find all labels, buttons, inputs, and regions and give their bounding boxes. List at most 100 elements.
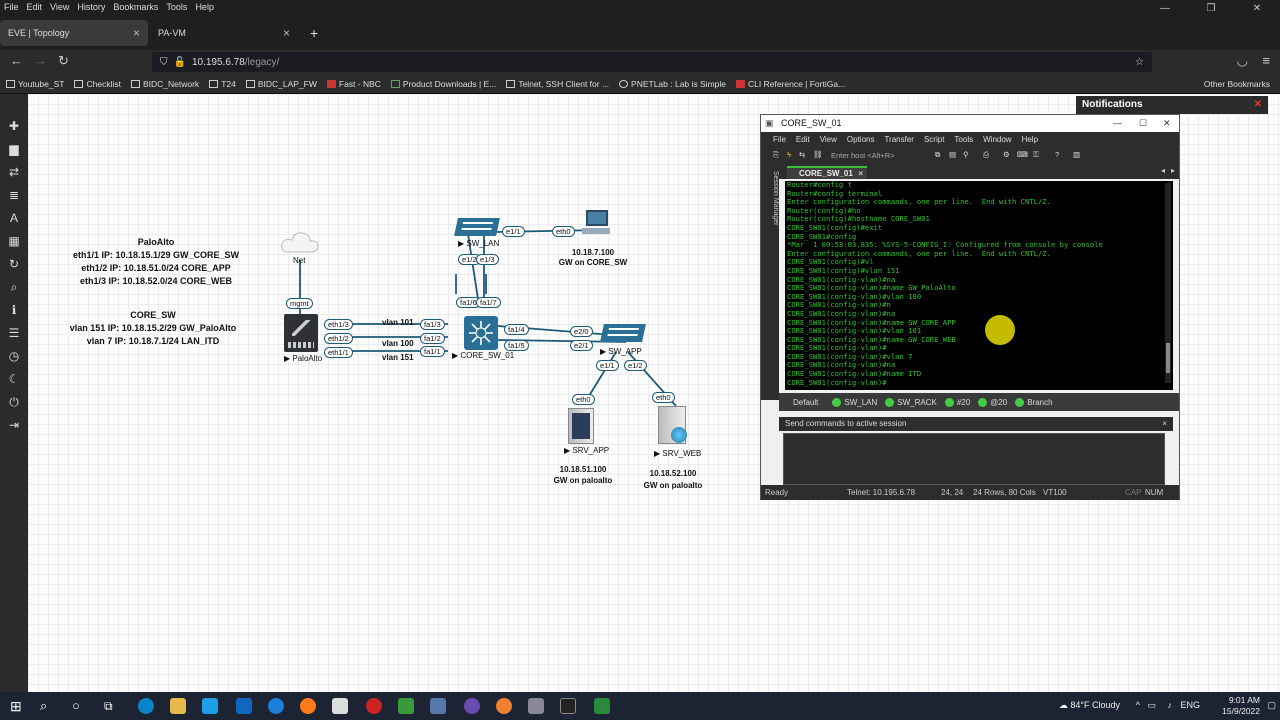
networks-icon[interactable]: ⇄ bbox=[6, 164, 22, 180]
crt-menu-file[interactable]: File bbox=[773, 135, 786, 144]
terminal-output[interactable]: Router#config t Router#config terminal Ent… bbox=[785, 181, 1173, 390]
tab-eve-topology[interactable]: EVE | Topology × bbox=[0, 20, 148, 46]
ie-icon[interactable] bbox=[268, 698, 284, 714]
outlook-icon[interactable] bbox=[236, 698, 252, 714]
button-at20[interactable]: @20 bbox=[978, 397, 1007, 407]
notes-icon[interactable]: ☰ bbox=[6, 325, 22, 341]
refresh-icon[interactable]: ↻ bbox=[6, 256, 22, 272]
other-bookmarks[interactable]: Other Bookmarks bbox=[1204, 79, 1270, 89]
cortana-icon[interactable]: ○ bbox=[72, 698, 88, 714]
scrollbar-thumb[interactable] bbox=[1166, 343, 1170, 373]
bookmark-item[interactable]: Fast - NBC bbox=[326, 79, 381, 89]
pc-icon[interactable] bbox=[582, 210, 610, 236]
app-icon[interactable] bbox=[430, 698, 446, 714]
firewall-icon[interactable] bbox=[284, 314, 318, 352]
key-icon[interactable]: ⚿ bbox=[1033, 150, 1039, 160]
tray-chevron-icon[interactable]: ^ bbox=[1136, 700, 1140, 710]
zoom-icon[interactable]: ⌕ bbox=[6, 279, 22, 295]
forward-icon[interactable]: → bbox=[34, 53, 47, 68]
bookmark-item[interactable]: Checklist bbox=[74, 79, 121, 89]
menu-file[interactable]: File bbox=[4, 2, 19, 12]
skype-icon[interactable] bbox=[202, 698, 218, 714]
url-bar[interactable]: ⛉ 🔓 10.195.6.78/legacy/ ☆ bbox=[152, 52, 1152, 72]
settings-icon[interactable]: ⚙ bbox=[1003, 150, 1010, 159]
bookmark-star-icon[interactable]: ☆ bbox=[1135, 57, 1144, 68]
search-icon[interactable]: ⌕ bbox=[40, 698, 56, 714]
firefox-icon[interactable] bbox=[496, 698, 512, 714]
menu-view[interactable]: View bbox=[50, 2, 69, 12]
menu-tools[interactable]: Tools bbox=[166, 2, 187, 12]
grid-icon[interactable]: ▦ bbox=[6, 233, 22, 249]
clock-icon[interactable]: ◷ bbox=[6, 348, 22, 364]
crt-menu-script[interactable]: Script bbox=[924, 135, 944, 144]
sftp-icon[interactable]: ▧ bbox=[1073, 150, 1080, 159]
crt-menu-transfer[interactable]: Transfer bbox=[884, 135, 914, 144]
disconnect-icon[interactable]: ⛓ bbox=[813, 150, 823, 159]
bookmark-item[interactable]: Telnet, SSH Client for ... bbox=[506, 79, 609, 89]
menu-help[interactable]: Help bbox=[195, 2, 214, 12]
network-icon[interactable]: ▭ bbox=[1147, 700, 1156, 711]
terminal-icon[interactable] bbox=[560, 698, 576, 714]
button-bar-selector[interactable]: Default bbox=[793, 398, 818, 407]
bookmark-item[interactable]: Product Downloads | E... bbox=[390, 79, 496, 89]
print-icon[interactable]: ⎙ bbox=[983, 150, 989, 160]
nodes-icon[interactable]: ▆ bbox=[6, 141, 22, 157]
menu-history[interactable]: History bbox=[77, 2, 105, 12]
close-icon[interactable]: ✕ bbox=[1163, 115, 1171, 132]
switch-icon[interactable] bbox=[600, 324, 646, 342]
button-hash20[interactable]: #20 bbox=[944, 397, 970, 407]
crt-menu-edit[interactable]: Edit bbox=[796, 135, 810, 144]
clock[interactable]: 9:01 AM 15/9/2022 bbox=[1222, 695, 1260, 717]
session-tab[interactable]: CORE_SW_01 × bbox=[787, 166, 867, 179]
logical-maps-icon[interactable]: A bbox=[6, 210, 22, 226]
notepad-icon[interactable] bbox=[398, 698, 414, 714]
connect-icon[interactable]: ⎘ bbox=[773, 150, 779, 160]
quick-connect-icon[interactable]: ϟ bbox=[787, 150, 791, 159]
tab-scroll-right-icon[interactable]: ▸ bbox=[1171, 166, 1175, 175]
app-icon[interactable] bbox=[332, 698, 348, 714]
bookmark-item[interactable]: BIDC_LAP_FW bbox=[245, 79, 317, 89]
crt-menu-view[interactable]: View bbox=[820, 135, 837, 144]
help-icon[interactable]: ? bbox=[1055, 150, 1059, 159]
bookmark-item[interactable]: BIDC_Network bbox=[130, 79, 199, 89]
close-tab-icon[interactable]: × bbox=[283, 26, 290, 40]
dark-mode-icon[interactable]: ☾ bbox=[6, 371, 22, 387]
find-icon[interactable]: ⚲ bbox=[963, 150, 969, 159]
crt-menu-tools[interactable]: Tools bbox=[954, 135, 973, 144]
maximize-icon[interactable]: ☐ bbox=[1139, 115, 1147, 132]
back-icon[interactable]: ← bbox=[10, 53, 23, 68]
hamburger-menu-icon[interactable]: ≡ bbox=[1262, 53, 1270, 68]
switch-icon[interactable] bbox=[454, 218, 500, 236]
securecrt-icon[interactable] bbox=[594, 698, 610, 714]
app-icon[interactable] bbox=[464, 698, 480, 714]
close-command-window-icon[interactable]: × bbox=[1162, 417, 1167, 431]
bookmark-item[interactable]: T24 bbox=[209, 79, 236, 89]
pocket-icon[interactable]: ◡ bbox=[1237, 53, 1248, 69]
keymap-icon[interactable]: ⌨ bbox=[1017, 150, 1028, 159]
close-tab-icon[interactable]: × bbox=[858, 168, 863, 179]
firefox-icon[interactable] bbox=[300, 698, 316, 714]
command-input[interactable] bbox=[783, 433, 1165, 485]
button-branch[interactable]: Branch bbox=[1015, 397, 1053, 407]
app-icon[interactable] bbox=[366, 698, 382, 714]
crt-menu-help[interactable]: Help bbox=[1022, 135, 1038, 144]
button-sw-lan[interactable]: SW_LAN bbox=[832, 397, 877, 407]
action-center-icon[interactable]: ▢ bbox=[1267, 700, 1276, 711]
bookmark-item[interactable]: PNETLab : Lab is Simple bbox=[619, 79, 726, 89]
new-tab-icon[interactable]: + bbox=[302, 20, 322, 46]
power-icon[interactable]: ⏻ bbox=[6, 394, 22, 410]
tab-pa-vm[interactable]: PA-VM × bbox=[150, 20, 298, 46]
copy-icon[interactable]: ⧉ bbox=[935, 150, 940, 160]
menu-edit[interactable]: Edit bbox=[27, 2, 43, 12]
crt-menu-options[interactable]: Options bbox=[847, 135, 875, 144]
crt-menu-window[interactable]: Window bbox=[983, 135, 1011, 144]
add-object-icon[interactable]: ✚ bbox=[6, 118, 22, 134]
minimize-icon[interactable]: — bbox=[1113, 115, 1122, 132]
button-sw-rack[interactable]: SW_RACK bbox=[885, 397, 937, 407]
task-view-icon[interactable]: ⧉ bbox=[104, 698, 120, 714]
menu-bookmarks[interactable]: Bookmarks bbox=[113, 2, 158, 12]
web-server-icon[interactable] bbox=[658, 406, 687, 444]
l3-switch-icon[interactable] bbox=[464, 316, 498, 350]
app-icon[interactable] bbox=[528, 698, 544, 714]
reload-icon[interactable]: ↻ bbox=[58, 53, 69, 69]
